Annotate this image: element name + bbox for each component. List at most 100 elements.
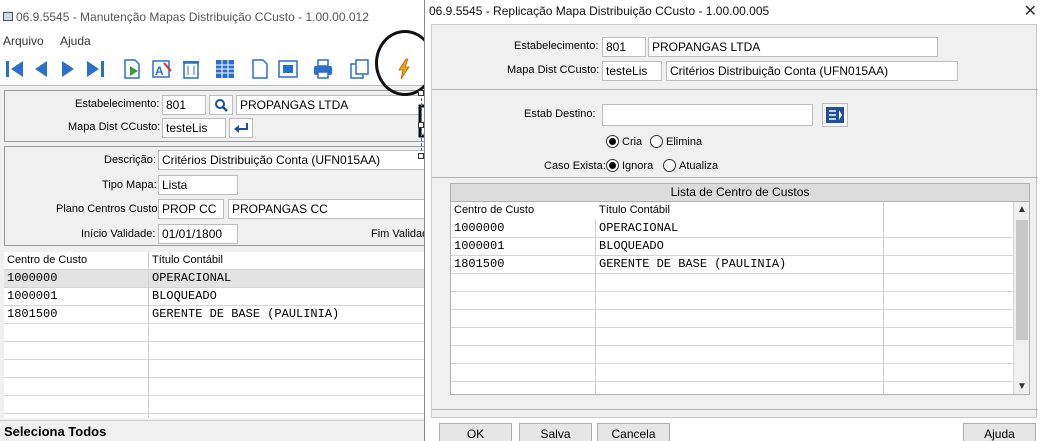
- estabelecimento-label: Estabelecimento:: [75, 98, 160, 110]
- row-code: 1801500: [7, 307, 58, 321]
- table-row[interactable]: 1801500 GERENTE DE BASE (PAULINIA): [4, 306, 430, 324]
- dialog-title-bar: 06.9.5545 - Replicação Mapa Distribuição…: [425, 0, 1042, 22]
- grid-icon[interactable]: [212, 56, 238, 82]
- row-title: GERENTE DE BASE (PAULINIA): [599, 257, 787, 271]
- plano-name-field: PROPANGAS CC: [228, 199, 430, 219]
- empty-row: [451, 346, 1029, 364]
- copy-icon[interactable]: [347, 56, 373, 82]
- estabelecimento-name-field: PROPANGAS LTDA: [236, 95, 430, 115]
- header-panel: Estabelecimento: 801 PROPANGAS LTDA Mapa…: [4, 90, 430, 142]
- first-record-icon[interactable]: [2, 56, 28, 82]
- radio-ignora[interactable]: [606, 159, 619, 172]
- dialog-body: Estabelecimento: 801 PROPANGAS LTDA Mapa…: [431, 24, 1038, 418]
- radio-atualiza-label: Atualiza: [679, 160, 719, 172]
- cancela-button[interactable]: Cancela: [597, 423, 670, 441]
- header-titulo-contabil[interactable]: Título Contábil: [596, 202, 670, 220]
- scroll-up-icon[interactable]: ▲: [1014, 202, 1029, 218]
- ok-button[interactable]: OK: [439, 423, 512, 441]
- row-title: BLOQUEADO: [599, 239, 664, 253]
- toolbar: A: [0, 52, 430, 86]
- dialog-mapa-field: testeLis: [602, 61, 662, 81]
- grid-title: Lista de Centro de Custos: [451, 184, 1029, 202]
- last-record-icon[interactable]: [82, 56, 108, 82]
- empty-row: [4, 342, 430, 360]
- table-row[interactable]: 1000000 OPERACIONAL: [4, 270, 430, 288]
- separator: [432, 177, 1038, 178]
- maintenance-window-title: 06.9.5545 - Manutenção Mapas Distribuiçã…: [16, 10, 369, 24]
- caso-existe-label: Caso Exista:: [544, 160, 606, 172]
- table-row[interactable]: 1000000 OPERACIONAL: [451, 220, 1029, 238]
- preview-icon[interactable]: [275, 56, 301, 82]
- delete-icon[interactable]: [178, 56, 204, 82]
- row-code: 1000001: [454, 239, 505, 253]
- mapa-field[interactable]: testeLis: [162, 118, 226, 138]
- empty-row: [451, 328, 1029, 346]
- row-title: OPERACIONAL: [152, 271, 232, 285]
- menu-bar: Arquivo Ajuda: [0, 32, 430, 52]
- descricao-label: Descrição:: [104, 154, 156, 166]
- print-icon[interactable]: [310, 56, 336, 82]
- row-code: 1000001: [7, 289, 58, 303]
- next-record-icon[interactable]: [55, 56, 81, 82]
- separator: [432, 409, 1038, 410]
- svg-text:A: A: [155, 64, 164, 78]
- close-icon[interactable]: ✕: [1024, 1, 1037, 21]
- row-code: 1000000: [454, 221, 505, 235]
- enter-button[interactable]: [229, 118, 253, 138]
- estab-destino-field[interactable]: [602, 104, 813, 126]
- tipo-mapa-field[interactable]: Lista: [158, 175, 238, 195]
- list-zoom-icon: [826, 107, 844, 123]
- search-icon: [215, 99, 228, 112]
- dialog-mapa-desc: Critérios Distribuição Conta (UFN015AA): [666, 61, 958, 81]
- status-bar: Seleciona Todos: [0, 420, 430, 441]
- row-title: OPERACIONAL: [599, 221, 679, 235]
- menu-ajuda[interactable]: Ajuda: [60, 34, 91, 48]
- maintenance-window: 06.9.5545 - Manutenção Mapas Distribuiçã…: [0, 0, 430, 441]
- header-titulo-contabil[interactable]: Título Contábil: [149, 252, 223, 270]
- grid-header: Centro de Custo Título Contábil: [451, 202, 1029, 220]
- new-document-icon[interactable]: [247, 56, 273, 82]
- search-button[interactable]: [209, 95, 233, 115]
- estab-destino-label: Estab Destino:: [524, 108, 596, 120]
- centro-custos-list: Lista de Centro de Custos Centro de Cust…: [450, 183, 1030, 395]
- vertical-scrollbar[interactable]: ▲ ▼: [1013, 202, 1029, 394]
- app-window-icon: [3, 12, 13, 21]
- edit-icon[interactable]: A: [149, 56, 175, 82]
- menu-arquivo[interactable]: Arquivo: [3, 34, 44, 48]
- empty-row: [451, 292, 1029, 310]
- row-title: GERENTE DE BASE (PAULINIA): [152, 307, 340, 321]
- previous-record-icon[interactable]: [28, 56, 54, 82]
- table-row[interactable]: 1801500 GERENTE DE BASE (PAULINIA): [451, 256, 1029, 274]
- zoom-list-button[interactable]: [822, 103, 848, 127]
- radio-ignora-label: Ignora: [622, 160, 654, 172]
- header-centro-custo[interactable]: Centro de Custo: [451, 202, 534, 220]
- radio-atualiza[interactable]: [663, 159, 676, 172]
- table-row[interactable]: 1000001 BLOQUEADO: [451, 238, 1029, 256]
- select-all-text[interactable]: Seleciona Todos: [4, 424, 106, 439]
- row-code: 1000000: [7, 271, 58, 285]
- empty-row: [4, 324, 430, 342]
- dialog-title: 06.9.5545 - Replicação Mapa Distribuição…: [429, 4, 770, 18]
- inicio-validade-field[interactable]: 01/01/1800: [158, 224, 238, 244]
- cost-center-grid: Centro de Custo Título Contábil 1000000 …: [4, 252, 430, 418]
- row-code: 1801500: [454, 257, 505, 271]
- descricao-field[interactable]: Critérios Distribuição Conta (UFN015AA): [158, 150, 430, 170]
- ajuda-button[interactable]: Ajuda: [963, 423, 1036, 441]
- estabelecimento-code-field[interactable]: 801: [162, 95, 206, 115]
- goto-icon[interactable]: [119, 56, 145, 82]
- radio-cria-label: Cria: [622, 136, 643, 148]
- separator: [432, 89, 1038, 90]
- table-row[interactable]: 1000001 BLOQUEADO: [4, 288, 430, 306]
- scrollbar-thumb[interactable]: [1016, 220, 1028, 340]
- enter-icon: [234, 123, 248, 133]
- scroll-down-icon[interactable]: ▼: [1014, 379, 1029, 394]
- salva-button[interactable]: Salva: [519, 423, 592, 441]
- dialog-estabelecimento-code: 801: [602, 37, 646, 57]
- plano-code-field[interactable]: PROP CC: [158, 199, 224, 219]
- radio-elimina[interactable]: [650, 135, 663, 148]
- empty-row: [451, 274, 1029, 292]
- radio-cria[interactable]: [606, 135, 619, 148]
- header-centro-custo[interactable]: Centro de Custo: [4, 252, 87, 270]
- dialog-estabelecimento-name: PROPANGAS LTDA: [648, 37, 938, 57]
- grid-header: Centro de Custo Título Contábil: [4, 252, 430, 270]
